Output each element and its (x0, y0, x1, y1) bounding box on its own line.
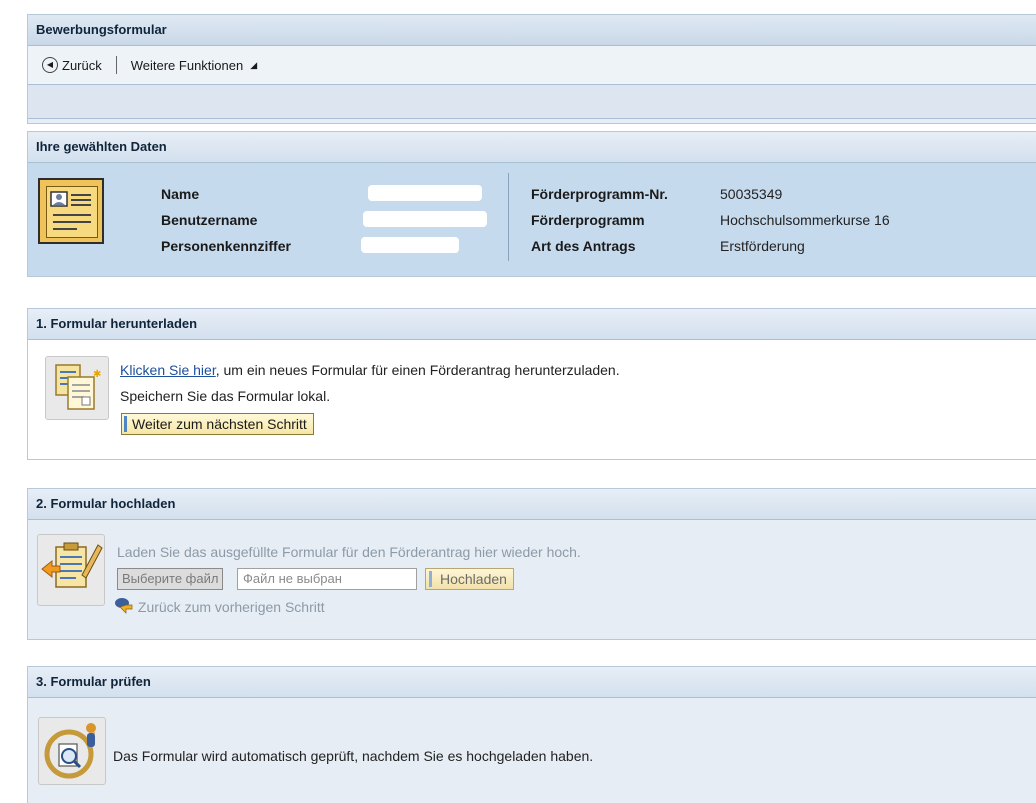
step1-panel: 1. Formular herunterladen ✱ Klicken Sie … (27, 308, 1036, 460)
back-button[interactable]: ◀ Zurück (42, 57, 102, 73)
upload-form-icon (37, 534, 105, 606)
person-id-value-redacted (361, 237, 459, 253)
check-info-text: Das Formular wird automatisch geprüft, n… (113, 748, 594, 764)
step2-panel: 2. Formular hochladen Laden Sie das ausg… (27, 488, 1036, 640)
more-functions-label: Weitere Funktionen (130, 57, 244, 73)
program-value: Hochschulsommerkurse 16 (720, 212, 890, 228)
program-label: Förderprogramm (531, 212, 645, 228)
back-label: Zurück (62, 57, 102, 73)
download-instruction-text: , um ein neues Formular für einen Förder… (215, 362, 620, 378)
back-arrow-icon: ◀ (42, 57, 58, 73)
username-label: Benutzername (161, 212, 258, 228)
step2-title: 2. Formular hochladen (28, 489, 1036, 520)
program-number-label: Förderprogramm-Nr. (531, 186, 668, 202)
more-functions-menu[interactable]: Weitere Funktionen ◢ (131, 58, 257, 73)
previous-step-label: Zurück zum vorherigen Schritt (137, 599, 325, 615)
person-id-label: Personenkennziffer (161, 238, 291, 254)
left-margin (0, 0, 16, 803)
name-value-redacted (368, 185, 482, 201)
toolbar-separator (115, 56, 117, 74)
step3-panel: 3. Formular prüfen Das Formular wird aut… (27, 666, 1036, 803)
dropdown-triangle-icon: ◢ (250, 59, 258, 70)
username-value-redacted (363, 211, 487, 227)
upload-button[interactable]: Hochladen (425, 568, 514, 590)
choose-file-button[interactable]: Выберите файл (117, 568, 224, 590)
name-label: Name (161, 186, 200, 202)
selected-data-panel: Ihre gewählten Daten Name Benutzername P… (27, 131, 1036, 277)
next-step-button[interactable]: Weiter zum nächsten Schritt (121, 413, 314, 435)
download-instruction: Klicken Sie hier, um ein neues Formular … (120, 362, 620, 378)
id-card-inner (46, 186, 98, 238)
file-status: Файл не выбран (237, 568, 417, 590)
program-number-value: 50035349 (720, 186, 783, 202)
selected-data-title: Ihre gewählten Daten (28, 132, 1036, 163)
svg-text:✱: ✱ (93, 369, 101, 380)
header-panel: Bewerbungsformular ◀ Zurück Weitere Funk… (27, 14, 1036, 124)
toolbar: ◀ Zurück Weitere Funktionen ◢ (28, 46, 1036, 85)
check-form-icon (38, 717, 106, 785)
application-type-label: Art des Antrags (531, 238, 636, 254)
step1-title: 1. Formular herunterladen (28, 309, 1036, 340)
application-type-value: Erstförderung (720, 238, 805, 254)
page-title: Bewerbungsformular (28, 15, 1036, 46)
column-divider (508, 173, 509, 261)
id-card-icon (38, 178, 104, 244)
previous-step-link[interactable]: Zurück zum vorherigen Schritt (114, 597, 325, 618)
message-strip (28, 85, 1036, 119)
person-card-icon (50, 191, 91, 230)
previous-step-icon (114, 597, 134, 618)
save-locally-text: Speichern Sie das Formular lokal. (120, 388, 331, 404)
step3-title: 3. Formular prüfen (28, 667, 1036, 698)
download-link[interactable]: Klicken Sie hier (120, 362, 216, 378)
upload-instruction: Laden Sie das ausgefüllte Formular für d… (117, 544, 581, 560)
download-form-icon: ✱ (45, 356, 109, 420)
